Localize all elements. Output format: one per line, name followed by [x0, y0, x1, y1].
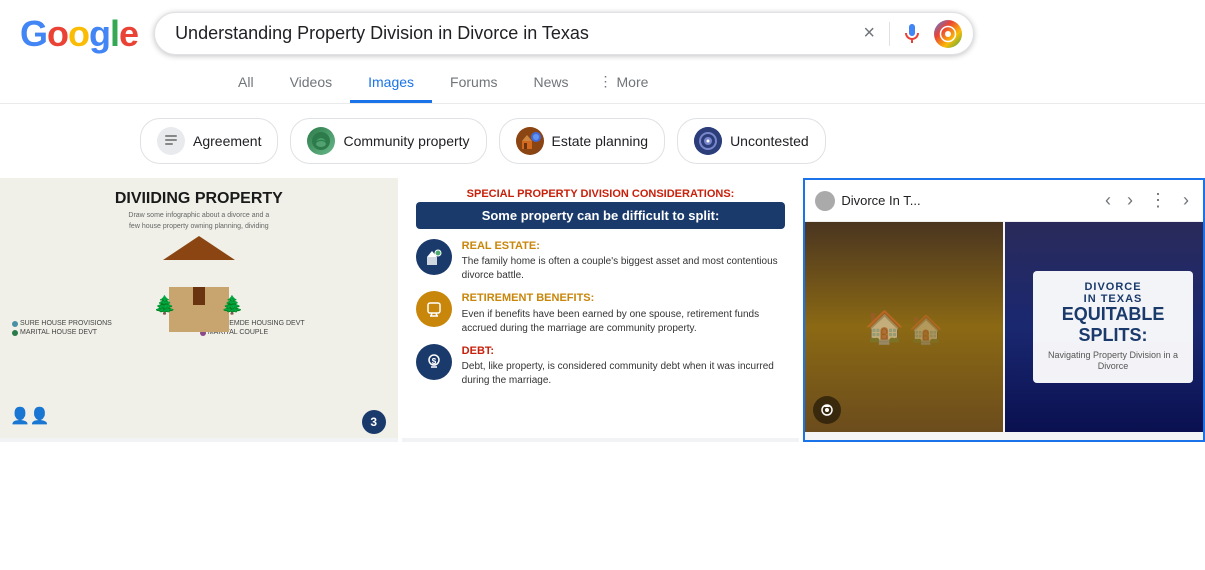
card3-site-info: Divorce In T... — [815, 191, 920, 211]
debt-icon: $ — [416, 344, 452, 380]
dt-splits: SPLITS: — [1045, 325, 1181, 346]
card3-img-right: DIVORCE IN TEXAS EQUITABLE SPLITS: Navig… — [1005, 222, 1203, 432]
chip-community-property-label: Community property — [343, 133, 469, 149]
agreement-icon — [157, 127, 185, 155]
chip-uncontested-label: Uncontested — [730, 133, 809, 149]
debt-text: DEBT: Debt, like property, is considered… — [462, 344, 786, 388]
header: Google Understanding Property Division i… — [0, 0, 1205, 55]
badge-3: 3 — [362, 410, 386, 434]
infographic-dividing-property: DIVIIDING PROPERTY Draw some infographic… — [0, 178, 398, 438]
infographic-special-property: SPECIAL PROPERTY DIVISION CONSIDERATIONS… — [402, 178, 800, 438]
chip-estate-planning-label: Estate planning — [552, 133, 649, 149]
community-property-icon — [307, 127, 335, 155]
images-grid: DIVIIDING PROPERTY Draw some infographic… — [0, 178, 1205, 442]
logo-o2: o — [68, 13, 89, 54]
chip-uncontested[interactable]: Uncontested — [677, 118, 826, 164]
inf2-item-realestate: REAL ESTATE: The family home is often a … — [416, 239, 786, 283]
house-roof — [163, 236, 235, 260]
tab-forums[interactable]: Forums — [432, 64, 515, 103]
search-bar-wrapper: Understanding Property Division in Divor… — [154, 12, 974, 55]
inf2-item-debt: $ DEBT: Debt, like property, is consider… — [416, 344, 786, 388]
inf2-item-retirement: RETIREMENT BENEFITS: Even if benefits ha… — [416, 291, 786, 335]
card3-next-button[interactable]: › — [1123, 188, 1137, 213]
house-graphic: 🌲 🌲 — [12, 236, 386, 316]
tab-all[interactable]: All — [220, 64, 272, 103]
logo-g: G — [20, 13, 47, 54]
inf1-subtitle2: few house property owning planning, divi… — [12, 223, 386, 230]
chip-agreement[interactable]: Agreement — [140, 118, 278, 164]
logo-o1: o — [47, 13, 68, 54]
dot-3 — [12, 330, 18, 336]
more-dots-icon: ⋮ — [599, 73, 613, 90]
house-door — [193, 287, 205, 305]
image-card-3[interactable]: Divorce In T... ‹ › ⋮ › 🏠 🏠 — [803, 178, 1205, 442]
card3-container: Divorce In T... ‹ › ⋮ › 🏠 🏠 — [805, 180, 1203, 440]
card3-more-button[interactable]: ⋮ — [1145, 188, 1171, 213]
uncontested-icon — [694, 127, 722, 155]
google-logo: Google — [20, 13, 138, 55]
divider — [889, 22, 890, 46]
realestate-text: REAL ESTATE: The family home is often a … — [462, 239, 786, 283]
tab-images[interactable]: Images — [350, 64, 432, 103]
logo-e: e — [119, 13, 138, 54]
dt-equitable: EQUITABLE — [1045, 305, 1181, 325]
card3-images: 🏠 🏠 DIVORCE IN TEXAS — [805, 222, 1203, 432]
camera-overlay-icon — [813, 396, 841, 424]
figure-icons: 👤👤 — [10, 406, 50, 426]
house-body — [169, 287, 229, 332]
voice-search-button[interactable] — [900, 22, 924, 46]
inf2-sub-header: Some property can be difficult to split: — [416, 202, 786, 229]
card3-top-bar: Divorce In T... ‹ › ⋮ › — [805, 180, 1203, 222]
dt-sub: Navigating Property Division in a Divorc… — [1045, 350, 1181, 373]
mic-icon — [900, 22, 924, 46]
inf1-title: DIVIIDING PROPERTY — [12, 190, 386, 208]
search-actions: × — [859, 20, 962, 48]
chip-estate-planning[interactable]: Estate planning — [499, 118, 666, 164]
lens-icon — [939, 25, 957, 43]
chip-agreement-label: Agreement — [193, 133, 261, 149]
card3-right-button[interactable]: › — [1179, 188, 1193, 213]
estate-planning-icon — [516, 127, 544, 155]
tab-videos[interactable]: Videos — [272, 64, 351, 103]
tab-news[interactable]: News — [516, 64, 587, 103]
card3-prev-button[interactable]: ‹ — [1101, 188, 1115, 213]
dot-1 — [12, 321, 18, 327]
dt-logo-line1: DIVORCE — [1045, 281, 1181, 293]
filter-row: Agreement Community property Estate plan… — [0, 104, 1205, 178]
chip-community-property[interactable]: Community property — [290, 118, 486, 164]
lens-search-button[interactable] — [934, 20, 962, 48]
inf1-subtitle: Draw some infographic about a divorce an… — [12, 212, 386, 219]
realestate-icon — [416, 239, 452, 275]
svg-text:$: $ — [431, 357, 436, 366]
search-input[interactable]: Understanding Property Division in Divor… — [154, 12, 974, 55]
house-container: 🌲 🌲 — [154, 236, 244, 316]
puzzle-houses: 🏠 🏠 — [865, 308, 944, 346]
card3-site-name: Divorce In T... — [841, 193, 920, 208]
logo-g2: g — [89, 13, 110, 54]
more-label: More — [617, 74, 649, 90]
retirement-icon — [416, 291, 452, 327]
card3-favicon — [815, 191, 835, 211]
nav-tabs: All Videos Images Forums News ⋮ More — [0, 63, 1205, 104]
divorce-texas-box: DIVORCE IN TEXAS EQUITABLE SPLITS: Navig… — [1033, 271, 1193, 383]
retirement-text: RETIREMENT BENEFITS: Even if benefits ha… — [462, 291, 786, 335]
logo-l: l — [110, 13, 119, 54]
inf2-special-title: SPECIAL PROPERTY DIVISION CONSIDERATIONS… — [416, 188, 786, 200]
card3-img-left: 🏠 🏠 — [805, 222, 1003, 432]
tree-right: 🌲 — [221, 295, 243, 316]
card3-nav-icons: ‹ › ⋮ › — [1101, 188, 1193, 213]
image-card-1[interactable]: DIVIIDING PROPERTY Draw some infographic… — [0, 178, 398, 442]
image-card-2[interactable]: SPECIAL PROPERTY DIVISION CONSIDERATIONS… — [402, 178, 800, 442]
tree-left: 🌲 — [154, 295, 176, 316]
clear-search-button[interactable]: × — [859, 20, 879, 47]
more-button[interactable]: ⋮ More — [587, 63, 661, 103]
